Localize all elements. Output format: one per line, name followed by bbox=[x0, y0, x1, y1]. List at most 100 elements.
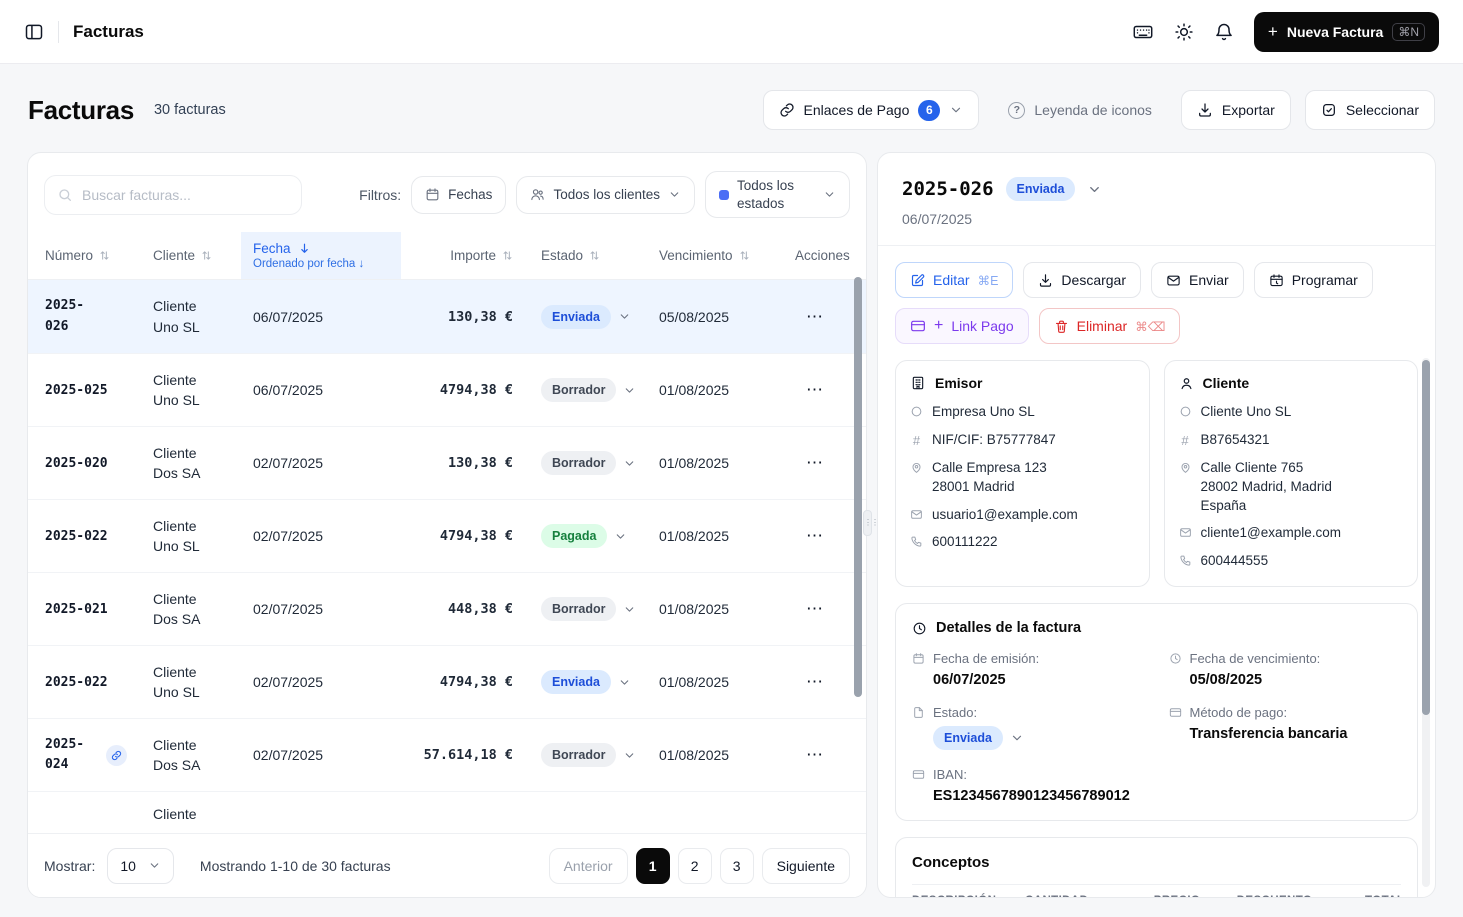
status-badge[interactable]: Enviada bbox=[541, 670, 611, 694]
column-header-importe[interactable]: Importe bbox=[401, 232, 529, 279]
help-circle-icon: ? bbox=[1008, 102, 1025, 119]
clock-icon bbox=[912, 621, 927, 636]
column-header-estado[interactable]: Estado bbox=[529, 232, 651, 279]
invoice-number-cell: 2025-020 bbox=[45, 456, 153, 471]
column-header-fecha[interactable]: Fecha Ordenado por fecha ↓ bbox=[241, 232, 401, 279]
status-badge[interactable]: Enviada bbox=[541, 305, 611, 329]
column-header-cliente[interactable]: Cliente bbox=[153, 232, 241, 279]
users-icon bbox=[530, 187, 545, 202]
link-icon bbox=[111, 750, 122, 761]
list-footer: Mostrar: 10 Mostrando 1-10 de 30 factura… bbox=[28, 833, 866, 897]
export-button[interactable]: Exportar bbox=[1181, 90, 1291, 130]
status-cell[interactable]: Borrador bbox=[529, 597, 651, 621]
edit-button[interactable]: Editar ⌘E bbox=[895, 262, 1013, 298]
icon-legend-button[interactable]: ? Leyenda de iconos bbox=[993, 90, 1167, 130]
sort-icon bbox=[99, 250, 110, 261]
select-mode-button[interactable]: Seleccionar bbox=[1305, 90, 1435, 130]
client-cell: Cliente Uno SL bbox=[153, 296, 225, 337]
row-actions-button[interactable]: ⋯ bbox=[799, 301, 831, 333]
clock-icon bbox=[1169, 652, 1182, 665]
detail-scrollbar[interactable] bbox=[1422, 358, 1430, 887]
status-badge[interactable]: Borrador bbox=[541, 743, 616, 767]
status-cell[interactable]: Borrador bbox=[529, 378, 651, 402]
column-header-vencimiento[interactable]: Vencimiento bbox=[651, 232, 787, 279]
theme-toggle-button[interactable] bbox=[1174, 22, 1194, 42]
chevron-down-icon[interactable] bbox=[1010, 731, 1024, 745]
status-badge[interactable]: Borrador bbox=[541, 451, 616, 475]
detail-scrollbar-thumb[interactable] bbox=[1422, 360, 1430, 715]
date-cell: 02/07/2025 bbox=[241, 747, 401, 763]
status-cell[interactable]: Borrador bbox=[529, 743, 651, 767]
client-filter-button[interactable]: Todos los clientes bbox=[516, 176, 695, 214]
sidebar-toggle-button[interactable] bbox=[24, 22, 44, 42]
page-button-1[interactable]: 1 bbox=[636, 848, 670, 884]
table-row[interactable]: 2025-025 Cliente Uno SL 06/07/2025 4794,… bbox=[28, 353, 866, 426]
status-badge[interactable]: Borrador bbox=[541, 378, 616, 402]
invoice-number-cell: 2025-024 bbox=[45, 735, 153, 775]
status-cell[interactable]: Enviada bbox=[529, 305, 651, 329]
row-actions-button[interactable]: ⋯ bbox=[799, 520, 831, 552]
sort-note: Ordenado por fecha ↓ bbox=[253, 258, 364, 270]
payment-link-button[interactable]: + Link Pago bbox=[895, 308, 1029, 344]
due-date-cell: 01/08/2025 bbox=[651, 455, 787, 471]
row-actions-button[interactable]: ⋯ bbox=[799, 447, 831, 479]
sort-icon bbox=[739, 250, 750, 261]
search-input[interactable] bbox=[82, 187, 289, 203]
prev-page-button[interactable]: Anterior bbox=[549, 848, 628, 884]
row-actions-button[interactable]: ⋯ bbox=[799, 666, 831, 698]
table-row[interactable]: 2025-021 Cliente Dos SA 02/07/2025 448,3… bbox=[28, 572, 866, 645]
sun-icon bbox=[1174, 22, 1194, 42]
issuer-card: Emisor Empresa Uno SL #NIF/CIF: B7577784… bbox=[895, 360, 1150, 587]
plus-icon: + bbox=[934, 318, 943, 334]
page-size-select[interactable]: 10 bbox=[107, 848, 174, 884]
row-actions-button[interactable]: ⋯ bbox=[799, 593, 831, 625]
client-cell: Cliente Uno SL bbox=[153, 516, 225, 557]
invoice-list-panel: Filtros: Fechas Todos los clientes Todos… bbox=[27, 152, 867, 898]
select-mode-label: Seleccionar bbox=[1346, 102, 1419, 118]
payment-links-button[interactable]: Enlaces de Pago 6 bbox=[763, 90, 980, 130]
status-field: Estado: Enviada bbox=[912, 705, 1145, 750]
next-page-button[interactable]: Siguiente bbox=[762, 848, 850, 884]
send-button[interactable]: Enviar bbox=[1151, 262, 1244, 298]
schedule-button[interactable]: Programar bbox=[1254, 262, 1373, 298]
notifications-button[interactable] bbox=[1214, 22, 1234, 42]
new-invoice-button[interactable]: + Nueva Factura ⌘N bbox=[1254, 12, 1439, 52]
date-filter-button[interactable]: Fechas bbox=[411, 176, 506, 214]
search-box[interactable] bbox=[44, 175, 302, 215]
chevron-down-icon[interactable] bbox=[1087, 182, 1102, 197]
status-cell[interactable]: Pagada bbox=[529, 524, 651, 548]
amount-cell: 130,38 € bbox=[401, 309, 529, 325]
date-cell: 02/07/2025 bbox=[241, 528, 401, 544]
table-scrollbar-thumb[interactable] bbox=[854, 277, 862, 697]
checkbox-icon bbox=[1321, 102, 1337, 118]
status-cell[interactable]: Enviada bbox=[529, 670, 651, 694]
due-date-cell: 05/08/2025 bbox=[651, 309, 787, 325]
status-cell[interactable]: Borrador bbox=[529, 451, 651, 475]
detail-invoice-number: 2025-026 bbox=[902, 178, 994, 200]
page-button-3[interactable]: 3 bbox=[720, 848, 754, 884]
status-badge[interactable]: Pagada bbox=[541, 524, 607, 548]
table-scrollbar[interactable] bbox=[854, 277, 862, 825]
table-row[interactable]: 2025-022 Cliente Uno SL 02/07/2025 4794,… bbox=[28, 499, 866, 572]
iban-value: ES1234567890123456789012 bbox=[933, 788, 1145, 804]
status-filter-button[interactable]: Todos los estados bbox=[705, 171, 850, 218]
download-button[interactable]: Descargar bbox=[1023, 262, 1141, 298]
panel-resize-handle[interactable]: ⋮⋮ bbox=[863, 510, 872, 536]
table-row[interactable]: 2025-026 Cliente Uno SL 06/07/2025 130,3… bbox=[28, 280, 866, 353]
keyboard-shortcuts-button[interactable] bbox=[1132, 21, 1154, 43]
row-actions-button[interactable]: ⋯ bbox=[799, 739, 831, 771]
row-actions-button[interactable]: ⋯ bbox=[799, 374, 831, 406]
page-button-2[interactable]: 2 bbox=[678, 848, 712, 884]
payment-link-indicator[interactable] bbox=[106, 745, 127, 766]
column-header-numero[interactable]: Número bbox=[45, 232, 153, 279]
detail-status-value-badge[interactable]: Enviada bbox=[933, 726, 1003, 750]
status-badge[interactable]: Borrador bbox=[541, 597, 616, 621]
detail-status-badge[interactable]: Enviada bbox=[1006, 177, 1076, 201]
table-row[interactable]: 2025-020 Cliente Dos SA 02/07/2025 130,3… bbox=[28, 426, 866, 499]
table-row[interactable]: 2025-024 Cliente Dos SA 02/07/2025 57.61… bbox=[28, 718, 866, 791]
bell-icon bbox=[1214, 22, 1234, 42]
table-row[interactable]: 2025-022 Cliente Uno SL 02/07/2025 4794,… bbox=[28, 645, 866, 718]
parties-section: Emisor Empresa Uno SL #NIF/CIF: B7577784… bbox=[878, 358, 1435, 587]
delete-button[interactable]: Eliminar ⌘⌫ bbox=[1039, 308, 1181, 344]
table-row[interactable]: Cliente bbox=[28, 791, 866, 828]
